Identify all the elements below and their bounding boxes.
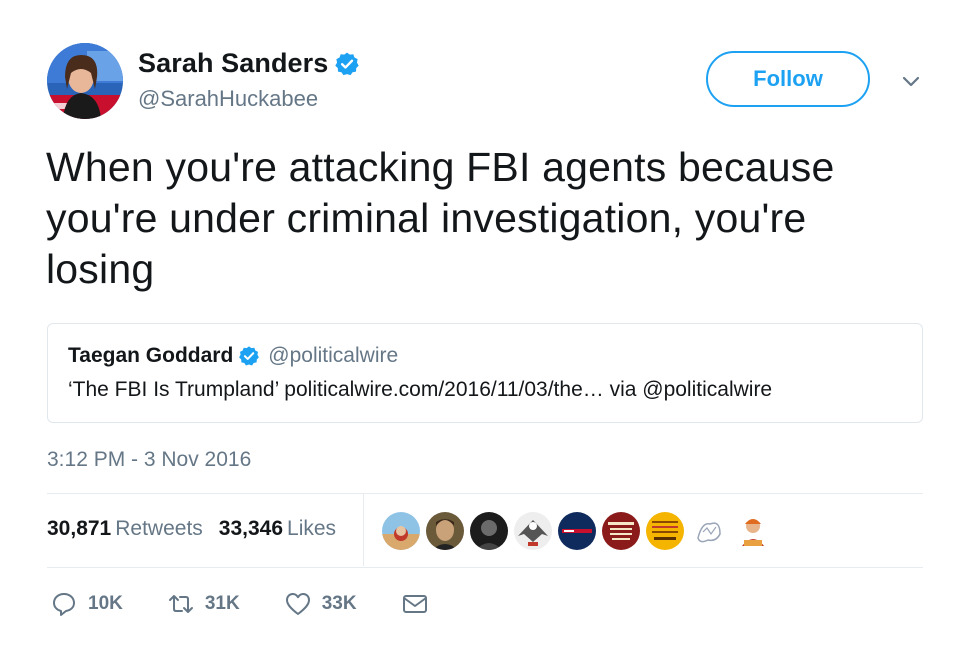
- divider: [363, 494, 364, 566]
- tweet-actions: 10K 31K 33K: [50, 590, 473, 618]
- author-display-name[interactable]: Sarah Sanders: [138, 48, 328, 79]
- retweet-count: 31K: [204, 593, 240, 614]
- quoted-tweet-header: Taegan Goddard @politicalwire: [68, 344, 398, 368]
- retweets-label: Retweets: [115, 517, 203, 540]
- quoted-author-handle: @politicalwire: [268, 344, 399, 367]
- retweets-count: 30,871: [47, 517, 112, 540]
- follow-button[interactable]: Follow: [706, 51, 870, 107]
- tweet-text-line: you're under criminal investigation, you…: [46, 195, 807, 241]
- author-handle[interactable]: @SarahHuckabee: [138, 86, 318, 112]
- likes-stat[interactable]: 33,346 Likes: [219, 517, 336, 541]
- reply-count: 10K: [88, 593, 123, 614]
- reply-button[interactable]: 10K: [50, 590, 123, 618]
- liker-avatar[interactable]: [646, 512, 684, 550]
- liker-avatar[interactable]: [470, 512, 508, 550]
- tweet-text: When you're attacking FBI agents because…: [46, 142, 926, 295]
- direct-message-button[interactable]: [401, 590, 429, 618]
- liker-avatars: [382, 512, 778, 550]
- liker-avatar[interactable]: [558, 512, 596, 550]
- divider: [47, 493, 923, 494]
- liker-avatar[interactable]: [734, 512, 772, 550]
- liker-avatar[interactable]: [382, 512, 420, 550]
- envelope-icon: [402, 595, 427, 613]
- like-count: 33K: [321, 593, 357, 614]
- tweet-timestamp[interactable]: 3:12 PM - 3 Nov 2016: [47, 448, 251, 472]
- retweet-button[interactable]: 31K: [167, 590, 240, 618]
- likes-label: Likes: [287, 517, 337, 540]
- quoted-tweet[interactable]: Taegan Goddard @politicalwire ‘The FBI I…: [47, 323, 923, 423]
- likes-count: 33,346: [218, 517, 284, 540]
- tweet-text-line: losing: [46, 246, 155, 292]
- verified-badge-icon: [238, 345, 260, 367]
- liker-avatar[interactable]: [690, 512, 728, 550]
- liker-avatar[interactable]: [426, 512, 464, 550]
- retweet-icon: [168, 595, 193, 613]
- like-button[interactable]: 33K: [284, 590, 357, 618]
- heart-icon: [285, 593, 310, 615]
- author-avatar[interactable]: [47, 43, 123, 119]
- verified-badge-icon: [334, 51, 360, 77]
- reply-icon: [53, 593, 75, 616]
- tweet-stats: 30,871 Retweets 33,346 Likes: [47, 517, 336, 541]
- liker-avatar[interactable]: [514, 512, 552, 550]
- tweet-text-line: When you're attacking FBI agents because: [46, 144, 835, 190]
- author-name-row[interactable]: Sarah Sanders: [138, 48, 360, 79]
- quoted-author-name: Taegan Goddard: [68, 344, 234, 367]
- quoted-tweet-text: ‘The FBI Is Trumpland’ politicalwire.com…: [68, 378, 773, 401]
- chevron-down-icon[interactable]: [898, 69, 924, 95]
- tweet-card: Sarah Sanders @SarahHuckabee Follow When…: [0, 0, 980, 652]
- retweets-stat[interactable]: 30,871 Retweets: [47, 517, 203, 541]
- liker-avatar[interactable]: [602, 512, 640, 550]
- divider: [47, 567, 923, 568]
